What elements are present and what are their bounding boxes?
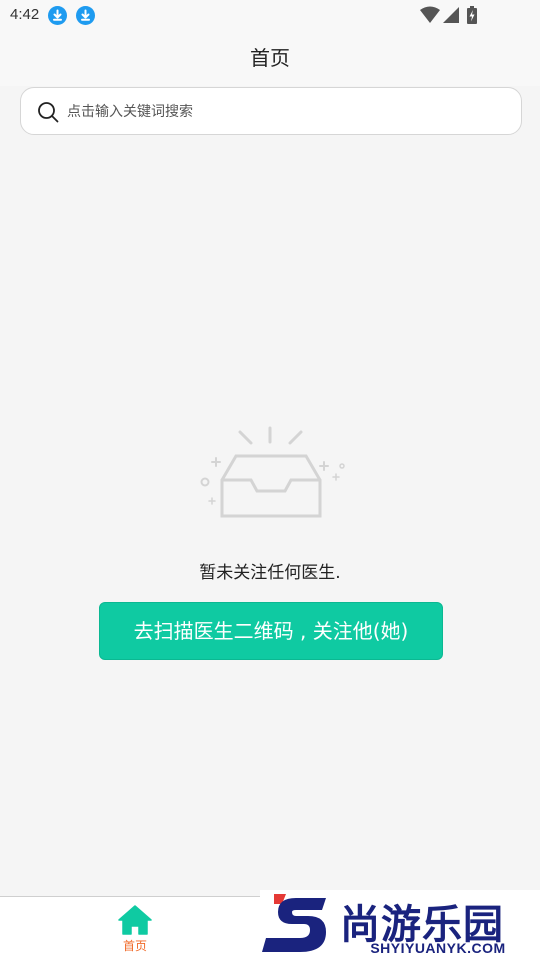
watermark-url: SHYIYUANYK.COM xyxy=(370,940,506,956)
search-input[interactable] xyxy=(67,98,507,126)
download-icon xyxy=(48,6,67,25)
watermark: 尚游乐园 SHYIYUANYK.COM xyxy=(260,890,540,960)
empty-inbox-icon xyxy=(200,426,345,518)
wifi-icon xyxy=(420,6,440,23)
battery-charging-icon xyxy=(467,6,477,24)
home-icon xyxy=(118,905,152,935)
search-icon xyxy=(38,102,59,123)
title-bar: 首页 xyxy=(0,30,540,86)
search-bar[interactable] xyxy=(20,87,522,135)
nav-item-label: 首页 xyxy=(122,939,147,953)
page-title: 首页 xyxy=(250,46,290,70)
nav-item-home[interactable]: 首页 xyxy=(105,901,165,957)
watermark-logo xyxy=(262,894,326,952)
scan-doctor-qr-button[interactable]: 去扫描医生二维码 , 关注他(她) xyxy=(99,602,443,660)
status-time: 4:42 xyxy=(10,6,40,23)
signal-icon xyxy=(443,7,459,23)
download-icon xyxy=(76,6,95,25)
status-bar: 4:42 xyxy=(0,0,540,30)
empty-message: 暂未关注任何医生. xyxy=(199,563,341,583)
